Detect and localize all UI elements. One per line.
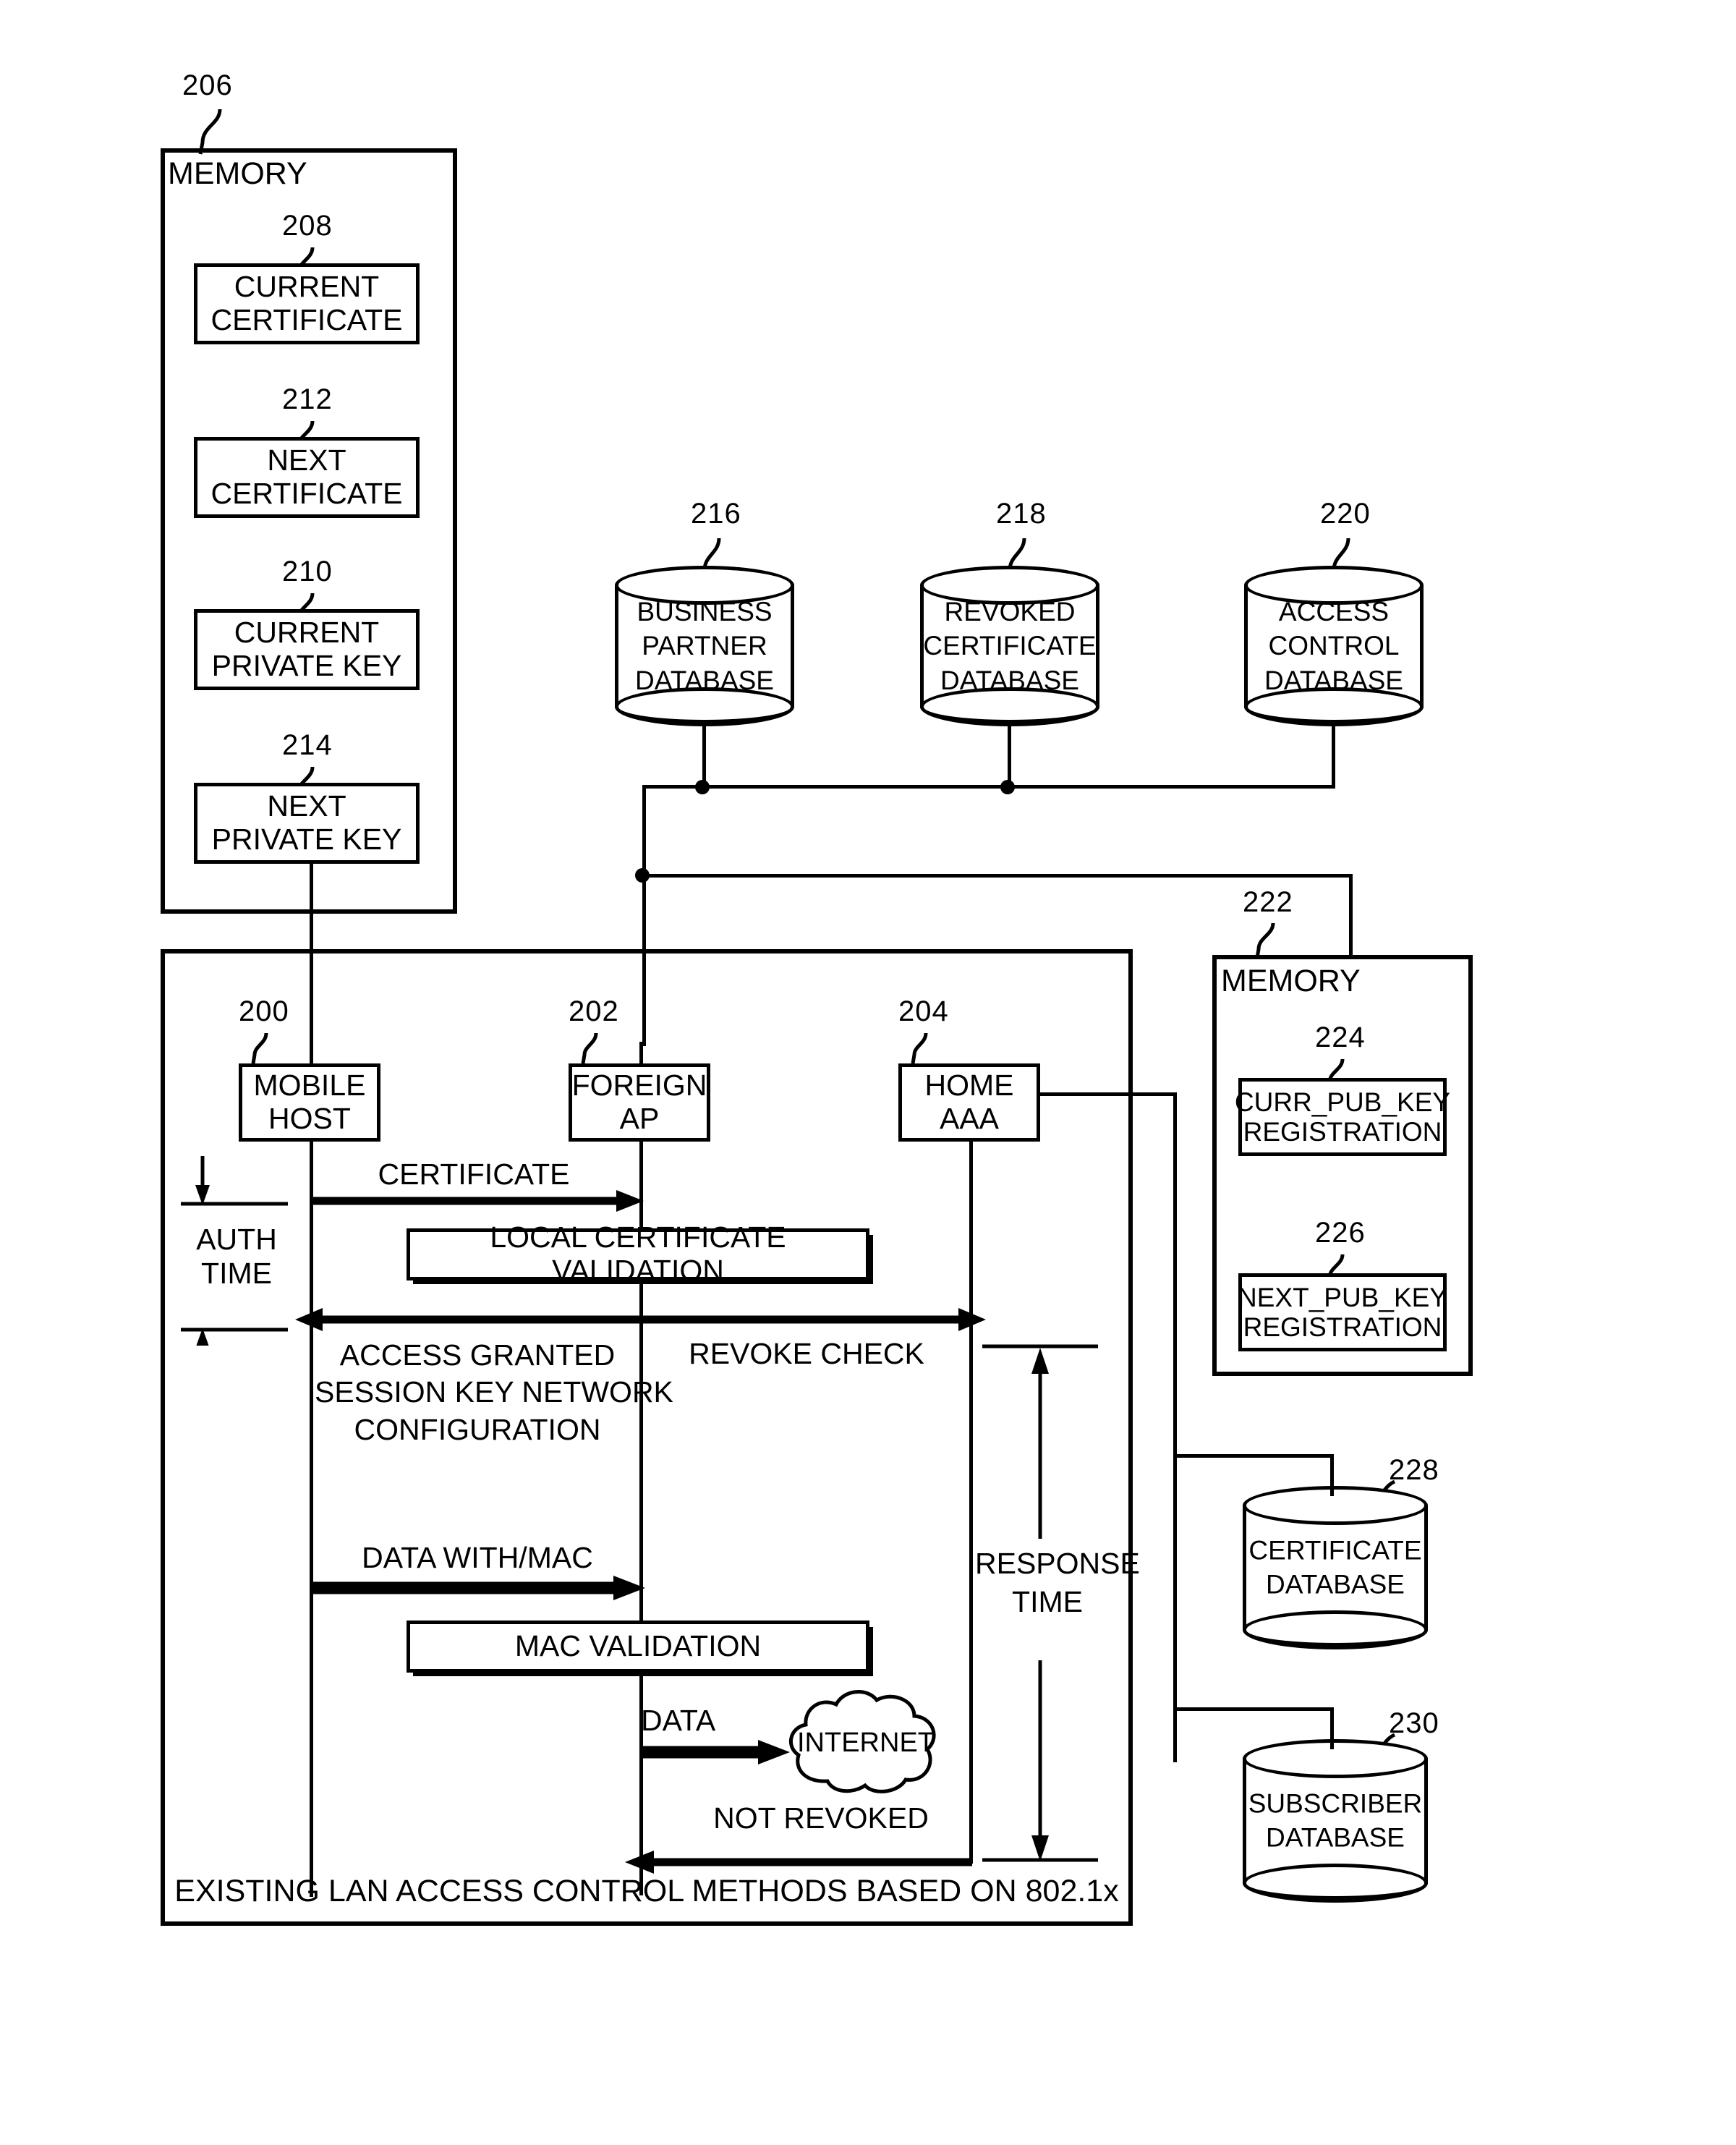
- bus-junction-corner: [635, 868, 650, 883]
- aaa-side-db-riser: [1173, 1092, 1177, 1762]
- ref-210: 210: [282, 556, 333, 587]
- db-220-drop-line: [1332, 723, 1335, 789]
- ref-214: 214: [282, 729, 333, 761]
- db-216-drop-line: [702, 723, 706, 789]
- activity-local-certificate-validation: LOCAL CERTIFICATE VALIDATION: [407, 1220, 869, 1287]
- bus-junction-218: [1000, 780, 1015, 794]
- leader-line-200: [251, 1032, 268, 1064]
- ref-222: 222: [1243, 886, 1293, 918]
- internet-cloud-label: INTERNET: [797, 1728, 935, 1758]
- actor-home-aaa: HOME AAA: [898, 1063, 1040, 1142]
- subscriber-db-drop: [1330, 1707, 1334, 1749]
- memory-206-title: MEMORY: [168, 156, 307, 191]
- figure-caption: EXISTING LAN ACCESS CONTROL METHODS BASE…: [174, 1874, 1119, 1908]
- database-access-control: ACCESS CONTROL DATABASE: [1244, 566, 1424, 726]
- database-subscriber: SUBSCRIBER DATABASE: [1243, 1739, 1428, 1903]
- db-bus-lower: [642, 874, 1353, 878]
- message-certificate-arrow: [310, 1190, 644, 1212]
- database-label: ACCESS CONTROL DATABASE: [1264, 596, 1403, 695]
- ref-212: 212: [282, 383, 333, 415]
- message-data-arrow: [639, 1740, 790, 1764]
- message-data-with-mac-label: DATA WITH/MAC: [362, 1541, 593, 1574]
- db-bus-upper: [642, 785, 1335, 789]
- db-bus-left-riser: [642, 785, 646, 878]
- message-data-with-mac-arrow: [310, 1576, 645, 1600]
- memory-222-title: MEMORY: [1221, 964, 1361, 998]
- database-label: CERTIFICATE DATABASE: [1248, 1535, 1422, 1600]
- ref-220: 220: [1320, 498, 1371, 530]
- aaa-to-subscriber-db-line: [1173, 1707, 1334, 1711]
- ref-204: 204: [898, 995, 949, 1027]
- ref-216: 216: [691, 498, 741, 530]
- patent-figure: 206 MEMORY 208 CURRENT CERTIFICATE 212 N…: [0, 0, 1736, 2145]
- auth-time-label: AUTH TIME: [196, 1223, 277, 1291]
- message-revoke-check-label: REVOKE CHECK: [689, 1337, 924, 1370]
- memory-item-current-certificate: CURRENT CERTIFICATE: [194, 263, 420, 344]
- leader-line-204: [911, 1032, 928, 1064]
- memory-item-curr-pub-key-registration: CURR_PUB_KEY REGISTRATION: [1234, 1078, 1451, 1156]
- actor-label: HOME AAA: [924, 1069, 1014, 1135]
- database-label: BUSINESS PARTNER DATABASE: [635, 596, 774, 695]
- memory-item-label: NEXT PRIVATE KEY: [211, 789, 402, 856]
- bus-junction-216: [695, 780, 710, 794]
- lifeline-home-aaa: [969, 1126, 973, 1864]
- memory-item-label: CURRENT CERTIFICATE: [210, 270, 403, 336]
- actor-foreign-ap: FOREIGN AP: [569, 1063, 710, 1142]
- memory-item-current-private-key: CURRENT PRIVATE KEY: [194, 609, 420, 690]
- actor-label: MOBILE HOST: [253, 1069, 366, 1135]
- database-business-partner: BUSINESS PARTNER DATABASE: [615, 566, 794, 726]
- actor-mobile-host: MOBILE HOST: [239, 1063, 380, 1142]
- message-access-granted-label: ACCESS GRANTED SESSION KEY NETWORK CONFI…: [315, 1338, 673, 1446]
- ref-206: 206: [182, 69, 233, 101]
- message-access-granted-revoke-check-arrow: [295, 1308, 986, 1331]
- leader-line-202: [581, 1032, 598, 1064]
- aaa-to-certificate-db-line: [1173, 1454, 1334, 1458]
- memory-item-label: CURRENT PRIVATE KEY: [211, 616, 402, 682]
- ref-202: 202: [569, 995, 619, 1027]
- database-label: REVOKED CERTIFICATE DATABASE: [923, 596, 1097, 695]
- memory-item-label: NEXT_PUB_KEY REGISTRATION: [1238, 1282, 1447, 1342]
- database-certificate: CERTIFICATE DATABASE: [1243, 1486, 1428, 1649]
- database-revoked-certificate: REVOKED CERTIFICATE DATABASE: [920, 566, 1099, 726]
- memory-item-label: CURR_PUB_KEY REGISTRATION: [1234, 1087, 1451, 1147]
- memory-item-next-private-key: NEXT PRIVATE KEY: [194, 783, 420, 864]
- ref-218: 218: [996, 498, 1047, 530]
- lifeline-foreign-ap: [639, 1042, 643, 1895]
- activity-label: MAC VALIDATION: [514, 1629, 762, 1663]
- actor-label: FOREIGN AP: [571, 1069, 707, 1135]
- message-data-label: DATA: [641, 1704, 716, 1737]
- ref-226: 226: [1315, 1217, 1366, 1249]
- message-not-revoked-arrow: [625, 1851, 972, 1874]
- response-time-label: RESPONSE TIME: [975, 1547, 1140, 1619]
- ref-208: 208: [282, 210, 333, 242]
- db-218-drop-line: [1008, 723, 1011, 789]
- activity-mac-validation: MAC VALIDATION: [407, 1621, 869, 1673]
- database-label: SUBSCRIBER DATABASE: [1248, 1788, 1423, 1853]
- memory-item-next-certificate: NEXT CERTIFICATE: [194, 437, 420, 518]
- db-bus-to-memory-222: [1349, 874, 1353, 959]
- activity-label: LOCAL CERTIFICATE VALIDATION: [490, 1220, 786, 1287]
- memory-item-next-pub-key-registration: NEXT_PUB_KEY REGISTRATION: [1238, 1273, 1447, 1351]
- ref-200: 200: [239, 995, 289, 1027]
- ref-224: 224: [1315, 1021, 1366, 1053]
- memory-item-label: NEXT CERTIFICATE: [210, 443, 403, 510]
- certificate-db-drop: [1330, 1454, 1334, 1496]
- message-not-revoked-label: NOT REVOKED: [713, 1801, 929, 1835]
- message-certificate-label: CERTIFICATE: [378, 1158, 570, 1191]
